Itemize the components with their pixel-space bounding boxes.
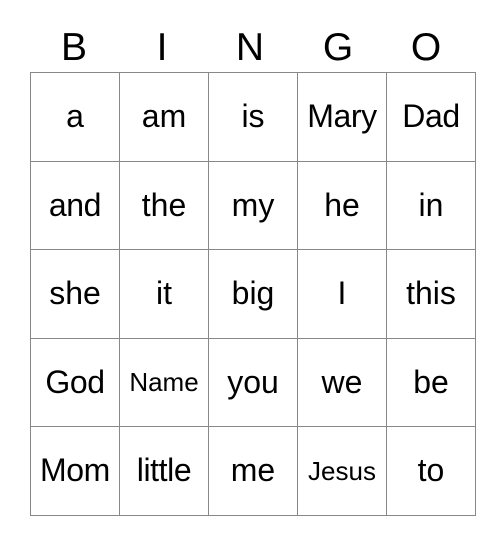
bingo-cell-label: a <box>66 98 84 134</box>
bingo-cell[interactable]: I <box>297 249 387 339</box>
bingo-row: and the my he in <box>30 160 476 251</box>
bingo-cell[interactable]: be <box>386 337 476 428</box>
bingo-header-row: B I N G O <box>30 22 470 72</box>
bingo-cell[interactable]: a <box>30 72 120 162</box>
bingo-cell[interactable]: little <box>119 426 209 516</box>
bingo-header-letter-n: N <box>235 25 265 69</box>
bingo-cell[interactable]: in <box>386 160 476 251</box>
bingo-header-letter-i: I <box>156 25 168 69</box>
bingo-cell-label: me <box>230 452 276 489</box>
bingo-cell-label: Name <box>129 366 199 397</box>
bingo-cell-label: Jesus <box>308 455 376 486</box>
bingo-row: she it big I this <box>30 249 476 339</box>
bingo-cell-label: he <box>324 186 360 223</box>
bingo-cell[interactable]: this <box>386 249 476 339</box>
bingo-cell[interactable]: am <box>119 72 209 162</box>
bingo-cell-label: little <box>136 452 192 489</box>
bingo-cell-label: Mom <box>40 452 110 489</box>
bingo-cell-label: Dad <box>402 98 460 134</box>
bingo-cell[interactable]: big <box>208 249 298 339</box>
bingo-cell-label: it <box>156 275 172 312</box>
bingo-cell[interactable]: and <box>30 160 120 251</box>
bingo-cell-label: this <box>406 275 456 312</box>
bingo-cell[interactable]: she <box>30 249 120 339</box>
bingo-header-letter-g: G <box>322 25 354 69</box>
bingo-cell-label: be <box>413 363 449 400</box>
bingo-cell[interactable]: you <box>208 337 298 428</box>
bingo-cell[interactable]: God <box>30 337 120 428</box>
bingo-cell[interactable]: Mary <box>297 72 387 162</box>
bingo-cell[interactable]: me <box>208 426 298 516</box>
bingo-grid: a am is Mary Dad and the my he in she it… <box>30 72 476 516</box>
bingo-cell[interactable]: Dad <box>386 72 476 162</box>
bingo-cell[interactable]: he <box>297 160 387 251</box>
bingo-cell[interactable]: Mom <box>30 426 120 516</box>
bingo-cell[interactable]: it <box>119 249 209 339</box>
bingo-row: Mom little me Jesus to <box>30 426 476 516</box>
bingo-card: B I N G O a am is Mary Dad and the my he… <box>0 0 500 544</box>
bingo-cell-label: my <box>231 186 275 223</box>
bingo-cell-label: you <box>227 363 279 400</box>
bingo-cell[interactable]: my <box>208 160 298 251</box>
bingo-cell-label: to <box>417 452 445 489</box>
bingo-cell-label: in <box>418 186 444 223</box>
bingo-cell-label: we <box>321 363 363 400</box>
bingo-row: a am is Mary Dad <box>30 72 476 162</box>
bingo-cell[interactable]: Jesus <box>297 426 387 516</box>
bingo-header-letter-b: B <box>60 25 87 69</box>
bingo-cell[interactable]: is <box>208 72 298 162</box>
bingo-cell-label: the <box>141 186 187 223</box>
bingo-cell-label: she <box>49 275 101 312</box>
bingo-cell-label: Mary <box>307 98 377 134</box>
bingo-cell-label: I <box>337 275 347 312</box>
bingo-cell-label: God <box>45 363 105 400</box>
bingo-cell[interactable]: to <box>386 426 476 516</box>
bingo-cell[interactable]: the <box>119 160 209 251</box>
bingo-cell[interactable]: we <box>297 337 387 428</box>
bingo-row: God Name you we be <box>30 337 476 428</box>
bingo-cell-label: is <box>241 98 265 134</box>
bingo-cell[interactable]: Name <box>119 337 209 428</box>
bingo-cell-label: and <box>48 186 102 223</box>
bingo-cell-label: big <box>231 275 275 312</box>
bingo-header-letter-o: O <box>410 25 442 69</box>
bingo-cell-label: am <box>141 98 187 134</box>
